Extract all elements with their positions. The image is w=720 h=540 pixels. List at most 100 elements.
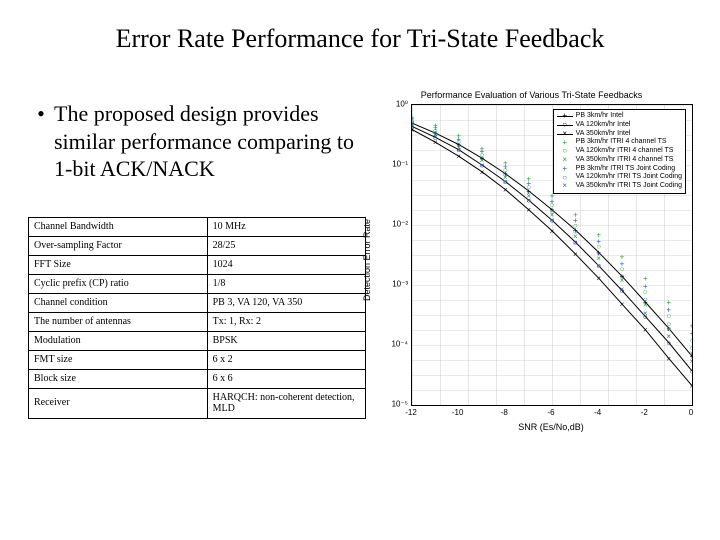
x-tick: -4: [594, 408, 601, 417]
legend-marker-icon: ×: [562, 182, 567, 190]
svg-text:+: +: [573, 216, 578, 225]
svg-text:×: ×: [690, 382, 692, 391]
param-value: PB 3, VA 120, VA 350: [207, 293, 365, 312]
svg-text:○: ○: [620, 272, 625, 281]
legend-label: PB 3km/hr ITRI 4 channel TS: [576, 138, 667, 147]
legend-label: PB 3km/hr Intel: [576, 112, 624, 121]
parameter-table: Channel Bandwidth10 MHzOver-sampling Fac…: [28, 217, 366, 419]
svg-text:×: ×: [526, 206, 531, 215]
table-row: FMT size6 x 2: [29, 350, 366, 369]
legend-entry: +PB 3km/hr ITRI 4 channel TS: [557, 138, 682, 147]
x-axis-label: SNR (Es/No,dB): [411, 422, 691, 432]
svg-text:×: ×: [503, 178, 508, 187]
y-axis-label: Detection Error Rate: [362, 219, 372, 301]
x-tick: -2: [641, 408, 648, 417]
legend-label: VA 350km/hr Intel: [576, 130, 631, 139]
legend-swatch: ×: [557, 182, 573, 190]
svg-text:×: ×: [690, 357, 692, 366]
param-key: The number of antennas: [29, 312, 208, 331]
svg-text:×: ×: [433, 132, 438, 141]
svg-text:○: ○: [643, 295, 648, 304]
param-value: HARQCH: non-coherent detection, MLD: [207, 388, 365, 418]
param-value: Tx: 1, Rx: 2: [207, 312, 365, 331]
param-value: 10 MHz: [207, 217, 365, 236]
svg-text:+: +: [620, 259, 625, 268]
svg-text:×: ×: [526, 196, 531, 205]
legend-entry: +PB 3km/hr Intel: [557, 112, 682, 121]
param-key: Channel Bandwidth: [29, 217, 208, 236]
legend-label: VA 350km/hr ITRI 4 channel TS: [576, 156, 674, 165]
legend-entry: ○VA 120km/hr ITRI 4 channel TS: [557, 147, 682, 156]
param-key: Modulation: [29, 331, 208, 350]
chart-figure: Performance Evaluation of Various Tri-St…: [371, 90, 692, 430]
legend-label: PB 3km/hr ITRI TS Joint Coding: [576, 165, 675, 174]
svg-text:○: ○: [573, 227, 578, 236]
svg-text:×: ×: [596, 262, 601, 271]
y-tick: 10⁰: [396, 100, 408, 109]
svg-text:×: ×: [620, 300, 625, 309]
svg-text:+: +: [666, 306, 671, 315]
svg-text:×: ×: [503, 186, 508, 195]
table-row: Cyclic prefix (CP) ratio1/8: [29, 274, 366, 293]
legend-entry: ×VA 350km/hr ITRI 4 channel TS: [557, 156, 682, 165]
svg-text:○: ○: [690, 344, 692, 353]
y-tick: 10⁻²: [392, 220, 408, 229]
y-tick: 10⁻¹: [392, 160, 408, 169]
table-row: ModulationBPSK: [29, 331, 366, 350]
svg-text:○: ○: [550, 207, 555, 216]
x-tick: -12: [405, 408, 417, 417]
param-value: 1/8: [207, 274, 365, 293]
svg-text:×: ×: [412, 121, 415, 130]
legend-label: VA 120km/hr Intel: [576, 121, 631, 130]
svg-text:×: ×: [666, 354, 671, 363]
left-column: • The proposed design provides similar p…: [28, 100, 363, 430]
chart-title: Performance Evaluation of Various Tri-St…: [371, 90, 692, 100]
legend-label: VA 120km/hr ITRI 4 channel TS: [576, 147, 674, 156]
page-title: Error Rate Performance for Tri-State Fee…: [28, 24, 692, 54]
param-value: 28/25: [207, 236, 365, 255]
svg-text:×: ×: [666, 332, 671, 341]
table-row: Over-sampling Factor28/25: [29, 236, 366, 255]
param-key: Cyclic prefix (CP) ratio: [29, 274, 208, 293]
svg-text:×: ×: [550, 227, 555, 236]
param-key: FFT Size: [29, 255, 208, 274]
svg-text:○: ○: [666, 319, 671, 328]
legend-entry: +PB 3km/hr ITRI TS Joint Coding: [557, 165, 682, 174]
svg-text:+: +: [643, 282, 648, 291]
svg-text:○: ○: [596, 249, 601, 258]
param-key: FMT size: [29, 350, 208, 369]
x-tick: -8: [501, 408, 508, 417]
param-value: 6 x 6: [207, 369, 365, 388]
svg-text:×: ×: [573, 239, 578, 248]
svg-text:+: +: [596, 237, 601, 246]
table-row: ReceiverHARQCH: non-coherent detection, …: [29, 388, 366, 418]
y-tick: 10⁻³: [392, 280, 408, 289]
svg-text:○: ○: [690, 367, 692, 376]
content-row: • The proposed design provides similar p…: [28, 100, 692, 430]
svg-text:×: ×: [620, 285, 625, 294]
svg-text:×: ×: [573, 250, 578, 259]
param-value: 6 x 2: [207, 350, 365, 369]
param-key: Receiver: [29, 388, 208, 418]
svg-text:×: ×: [550, 216, 555, 225]
table-row: Channel Bandwidth10 MHz: [29, 217, 366, 236]
svg-text:+: +: [550, 197, 555, 206]
bullet-text: The proposed design provides similar per…: [54, 100, 363, 183]
legend-entry: ×VA 350km/hr ITRI TS Joint Coding: [557, 182, 682, 191]
svg-text:×: ×: [596, 274, 601, 283]
bullet-item: • The proposed design provides similar p…: [28, 100, 363, 183]
param-key: Over-sampling Factor: [29, 236, 208, 255]
plot-area: +++++++++++++○○○○○○○○○○○○○×××××××××××××+…: [411, 104, 693, 406]
x-tick: -6: [547, 408, 554, 417]
svg-text:×: ×: [643, 326, 648, 335]
svg-text:×: ×: [456, 146, 461, 155]
table-row: FFT Size1024: [29, 255, 366, 274]
svg-text:×: ×: [643, 309, 648, 318]
legend-entry: ×VA 350km/hr Intel: [557, 130, 682, 139]
table-row: Channel conditionPB 3, VA 120, VA 350: [29, 293, 366, 312]
legend-entry: ○VA 120km/hr Intel: [557, 121, 682, 130]
param-value: BPSK: [207, 331, 365, 350]
svg-text:+: +: [690, 329, 692, 338]
y-tick: 10⁻⁵: [392, 400, 408, 409]
table-row: The number of antennasTx: 1, Rx: 2: [29, 312, 366, 331]
